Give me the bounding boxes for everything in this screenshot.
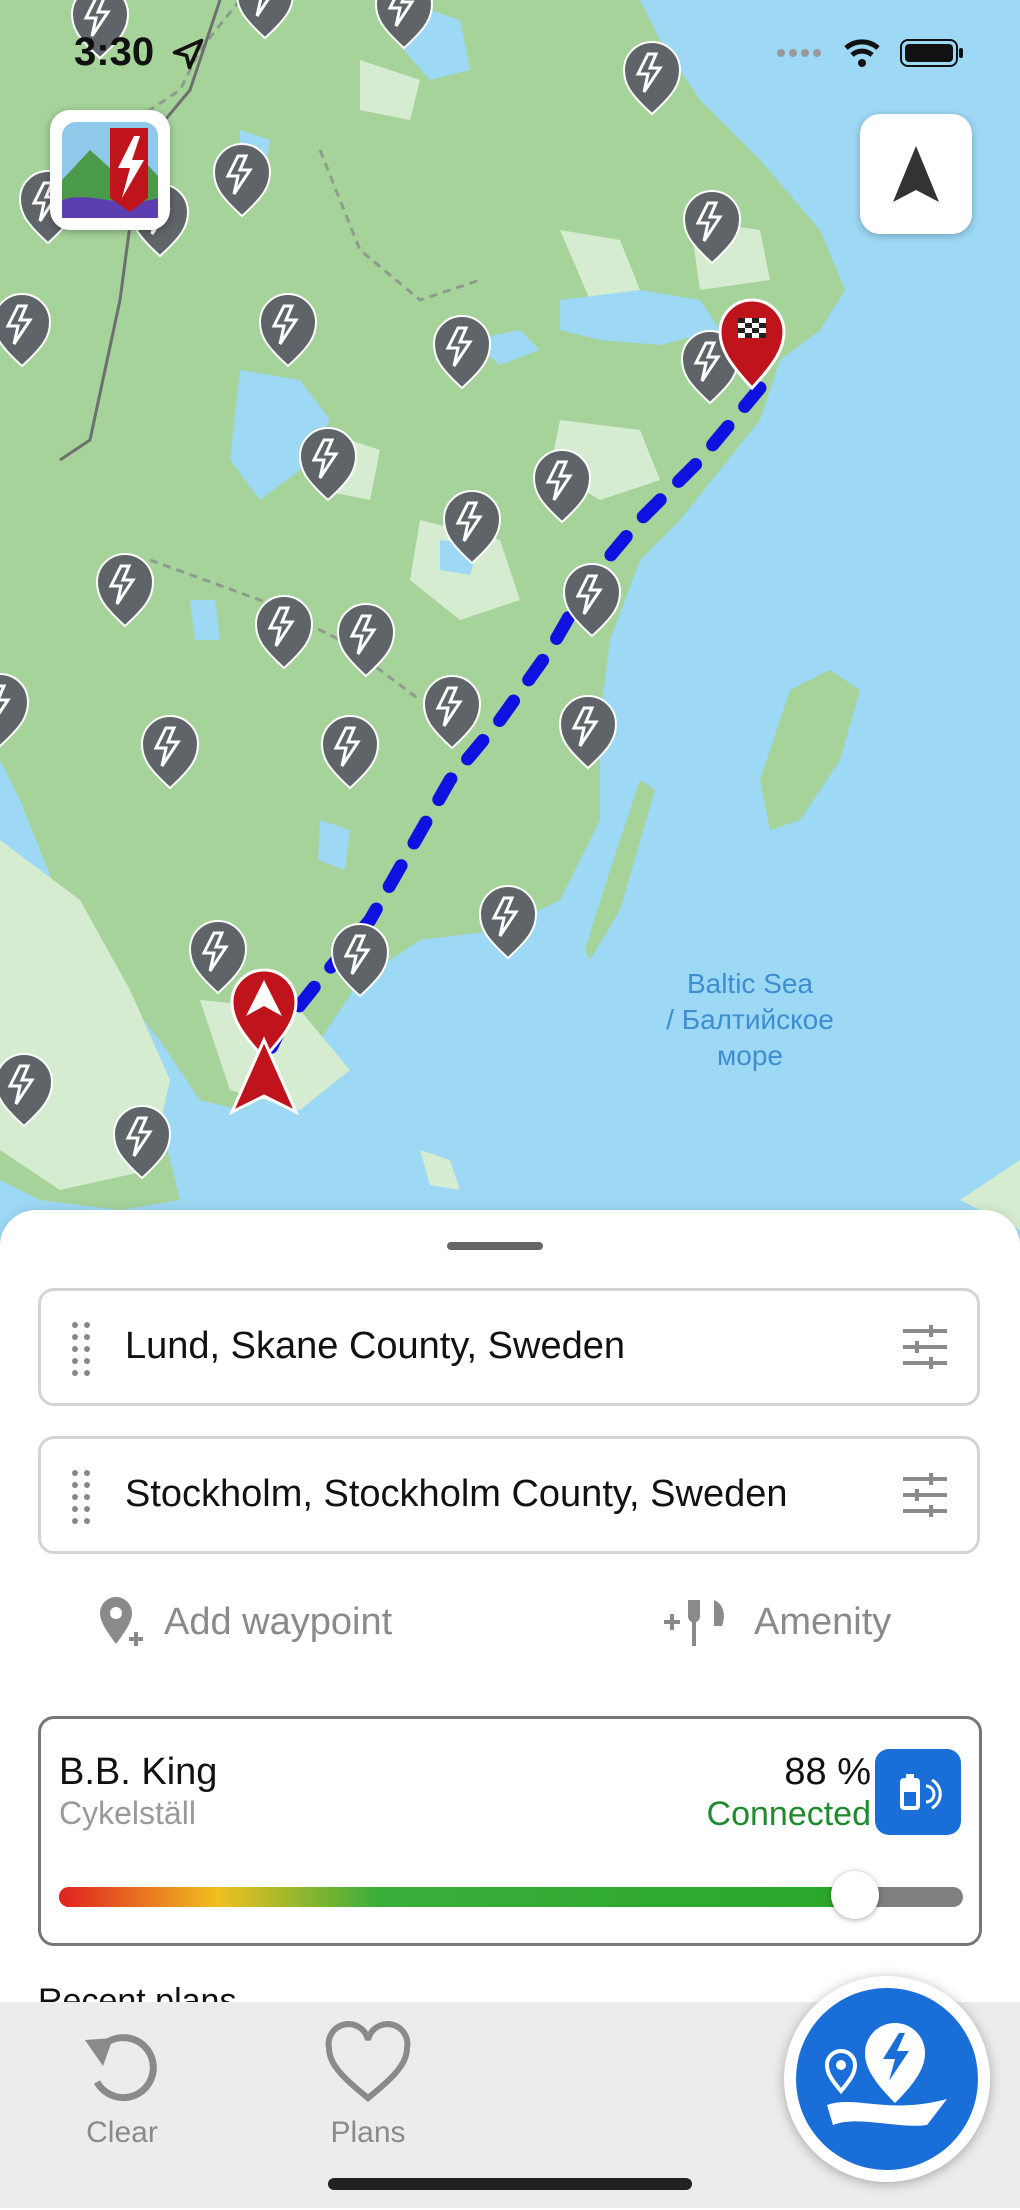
amenity-button[interactable]: Amenity: [662, 1596, 891, 1648]
heart-icon: [325, 2021, 411, 2102]
amenity-label: Amenity: [754, 1600, 892, 1643]
status-time: 3:30: [74, 30, 155, 74]
settings-sliders-icon[interactable]: [901, 1325, 949, 1369]
app-logo[interactable]: [50, 110, 170, 230]
route-charger-icon: [824, 2023, 947, 2126]
battery-percentage: 88 %: [784, 1751, 871, 1793]
tab-plans-label: Plans: [330, 2116, 406, 2149]
drag-handle-icon[interactable]: [69, 1321, 93, 1379]
battery-slider-thumb[interactable]: [830, 1871, 879, 1919]
battery-slider[interactable]: [59, 1871, 963, 1919]
destination-text: Stockholm, Stockholm County, Sweden: [125, 1473, 788, 1515]
origin-text: Lund, Skane County, Sweden: [125, 1325, 625, 1367]
vehicle-name: B.B. King: [59, 1751, 218, 1793]
destination-field[interactable]: Stockholm, Stockholm County, Sweden: [38, 1436, 980, 1554]
plan-route-button[interactable]: [784, 1976, 990, 2182]
cellular-signal-icon: [777, 49, 821, 57]
drag-handle-icon[interactable]: [69, 1469, 93, 1527]
sea-label: Baltic Sea / Балтийское море: [640, 966, 860, 1074]
settings-sliders-icon[interactable]: [901, 1473, 949, 1517]
add-waypoint-button[interactable]: Add waypoint: [96, 1596, 392, 1648]
status-bar: 3:30: [0, 0, 1020, 110]
recenter-button[interactable]: [860, 114, 972, 234]
add-restaurant-icon: [664, 1600, 724, 1646]
refresh-icon: [85, 2034, 157, 2102]
logo-lightning-icon: [62, 122, 158, 218]
navigation-arrow-icon: [893, 146, 939, 202]
vehicle-card[interactable]: B.B. King Cykelställ 88 % Connected: [38, 1716, 982, 1946]
battery-signal-icon: [900, 1774, 942, 1810]
home-indicator: [328, 2178, 692, 2190]
vehicle-subtitle: Cykelställ: [59, 1795, 196, 1831]
add-waypoint-label: Add waypoint: [164, 1600, 393, 1643]
tab-plans[interactable]: Plans: [298, 2020, 438, 2150]
tab-clear[interactable]: Clear: [52, 2020, 192, 2150]
connection-status: Connected: [706, 1795, 871, 1833]
battery-slider-fill: [59, 1887, 855, 1907]
vehicle-connect-button[interactable]: [875, 1749, 961, 1835]
sea-label-line: море: [717, 1040, 783, 1071]
battery-icon: [900, 39, 963, 67]
sheet-grabber[interactable]: [447, 1242, 543, 1250]
wifi-icon: [844, 39, 880, 67]
sea-label-line: / Балтийское: [666, 1004, 834, 1035]
location-arrow-icon: [172, 38, 204, 70]
sea-label-line: Baltic Sea: [686, 968, 814, 999]
origin-field[interactable]: Lund, Skane County, Sweden: [38, 1288, 980, 1406]
add-location-icon: [100, 1597, 143, 1646]
tab-clear-label: Clear: [86, 2116, 158, 2149]
plan-route-button-face: [796, 1988, 978, 2170]
